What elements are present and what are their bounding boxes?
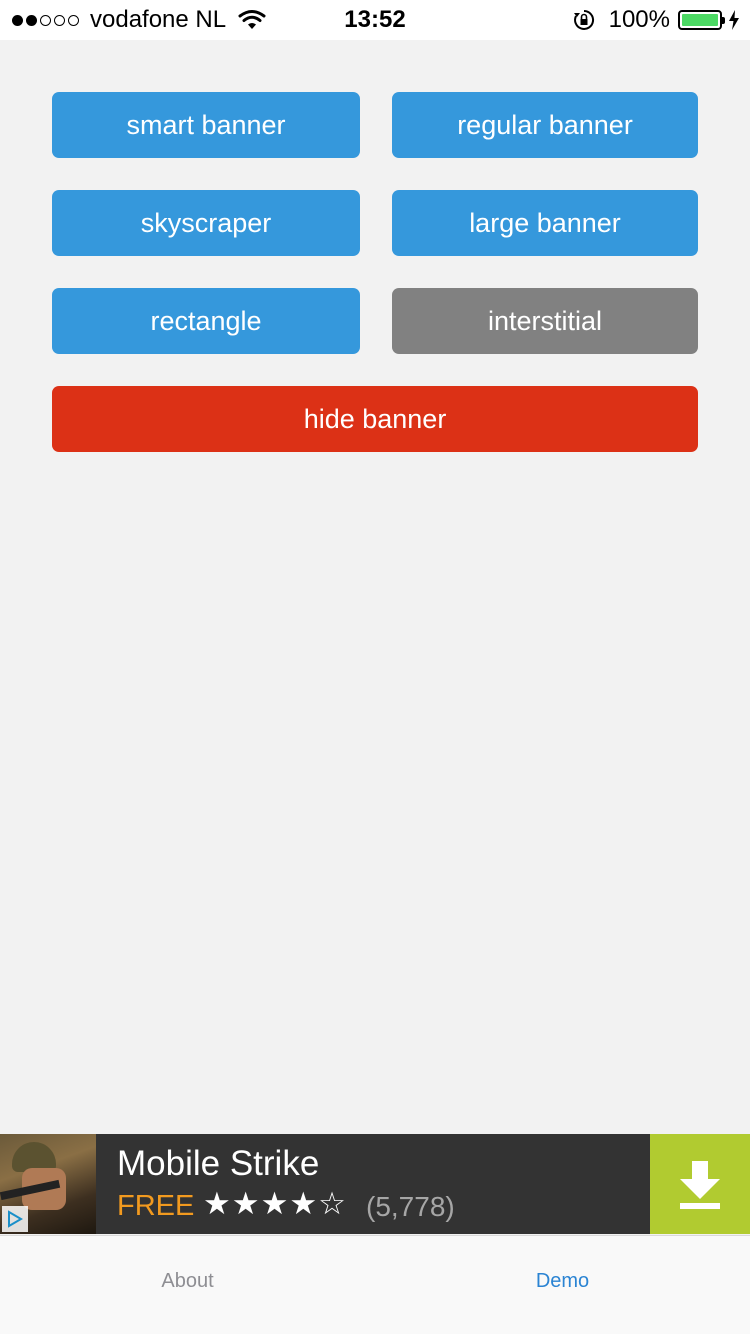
battery-level (682, 14, 718, 26)
battery-percent: 100% (608, 6, 670, 33)
ad-title: Mobile Strike (117, 1144, 320, 1183)
rectangle-button[interactable]: rectangle (52, 288, 360, 354)
interstitial-button[interactable]: interstitial (392, 288, 698, 354)
ad-review-count: (5,778) (366, 1191, 455, 1222)
hide-banner-button[interactable]: hide banner (52, 386, 698, 452)
tab-bar: About Demo (0, 1235, 750, 1334)
smart-banner-button[interactable]: smart banner (52, 92, 360, 158)
tab-demo[interactable]: Demo (375, 1236, 750, 1334)
battery-icon (678, 10, 725, 30)
status-bar: vodafone NL 13:52 100% (0, 0, 750, 40)
status-right: 100% (573, 0, 740, 40)
download-icon (680, 1161, 720, 1209)
charging-bolt-icon (729, 10, 739, 30)
rotation-lock-icon (573, 9, 594, 30)
skyscraper-button[interactable]: skyscraper (52, 190, 360, 256)
large-banner-button[interactable]: large banner (392, 190, 698, 256)
ad-price: FREE (117, 1190, 195, 1222)
ad-banner[interactable]: Mobile Strike FREE ★★★★☆ (5,778) (0, 1134, 750, 1234)
ad-app-thumbnail[interactable] (0, 1134, 96, 1234)
tab-about[interactable]: About (0, 1236, 375, 1334)
adchoices-icon[interactable] (2, 1206, 28, 1232)
regular-banner-button[interactable]: regular banner (392, 92, 698, 158)
ad-rating-stars: ★★★★☆ (203, 1186, 347, 1221)
ad-download-button[interactable] (650, 1134, 750, 1234)
